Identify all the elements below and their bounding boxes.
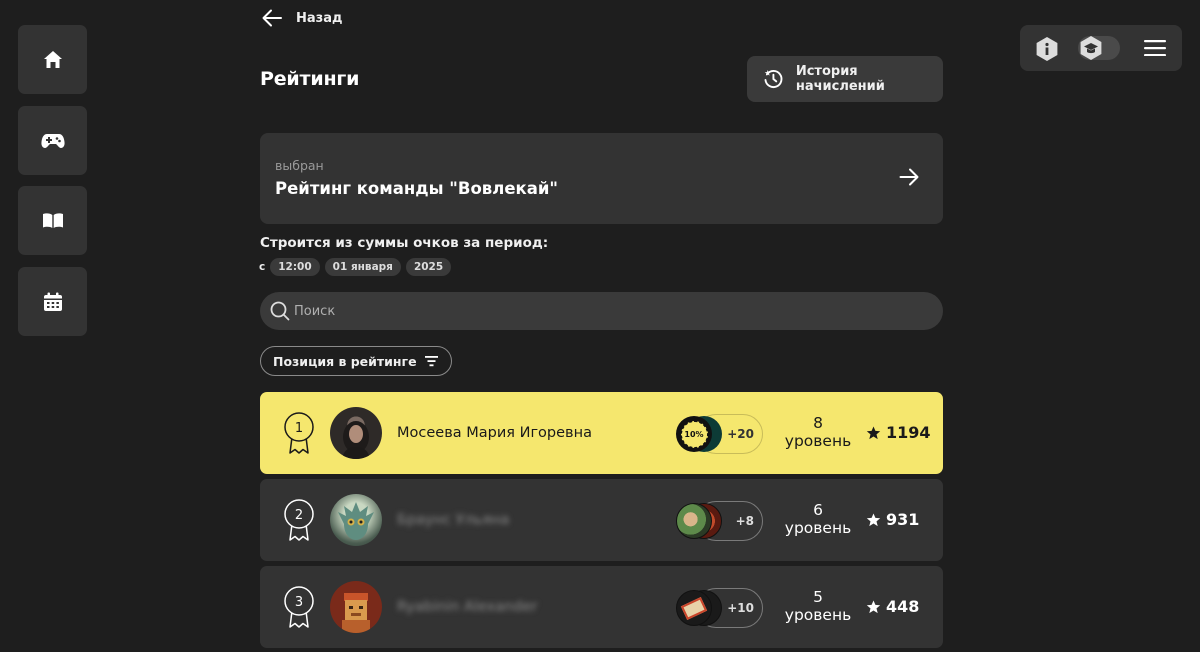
- page-title: Рейтинги: [260, 68, 360, 90]
- medal-icon: 3: [284, 586, 314, 628]
- medal-icon: 2: [284, 499, 314, 541]
- search-icon: [270, 301, 290, 321]
- period-prefix: с: [259, 261, 266, 273]
- back-label: Назад: [296, 10, 343, 26]
- position-number: 2: [295, 508, 303, 523]
- badge-icon: [676, 503, 712, 539]
- period-year: 2025: [405, 258, 452, 276]
- user-name: Мосеева Мария Игоревна: [397, 425, 592, 441]
- medal-icon: 1: [284, 412, 314, 454]
- user-name: Ryabinin Alexander: [397, 599, 538, 615]
- score-value: 931: [886, 510, 920, 529]
- history-icon: [764, 69, 783, 89]
- selected-rating-name: Рейтинг команды "Вовлекай": [275, 179, 558, 198]
- level-number: 5: [813, 588, 823, 606]
- sidebar-home-button[interactable]: [18, 25, 87, 94]
- score-value: 448: [886, 597, 920, 616]
- top-toolbar: [1020, 25, 1182, 71]
- user-score: 448: [866, 597, 919, 616]
- position-number: 1: [295, 421, 303, 436]
- gamepad-icon: [40, 133, 65, 148]
- user-score: 1194: [866, 423, 931, 442]
- level-number: 6: [813, 501, 823, 519]
- history-button[interactable]: История начислений: [747, 56, 943, 102]
- position-number: 3: [295, 595, 303, 610]
- arrow-right-icon: [899, 168, 919, 186]
- user-level: 5 уровень: [780, 588, 856, 624]
- period-title: Строится из суммы очков за период:: [260, 235, 549, 251]
- sort-label: Позиция в рейтинге: [273, 353, 417, 369]
- sort-button[interactable]: Позиция в рейтинге: [260, 346, 452, 376]
- star-icon: [866, 513, 881, 526]
- badge-text: 10%: [680, 420, 708, 448]
- level-word: уровень: [784, 519, 852, 537]
- user-score: 931: [866, 510, 919, 529]
- sidebar-games-button[interactable]: [18, 106, 87, 175]
- achievement-badges[interactable]: +8: [676, 501, 763, 541]
- period-time: 12:00: [270, 258, 320, 276]
- achievement-badges[interactable]: +20 10%: [676, 414, 763, 454]
- arrow-left-icon: [262, 9, 282, 27]
- avatar: [330, 494, 382, 546]
- star-icon: [866, 600, 881, 613]
- user-name: Браунс Ульяна: [397, 512, 510, 528]
- search-bar: [260, 292, 943, 330]
- level-word: уровень: [784, 432, 852, 450]
- avatar: [330, 407, 382, 459]
- level-number: 8: [813, 414, 823, 432]
- hamburger-menu-icon[interactable]: [1144, 40, 1166, 56]
- leaderboard-row[interactable]: 2 Браунс Ульяна +8 6 уровень 931: [260, 479, 943, 561]
- level-toggle[interactable]: [1078, 36, 1120, 60]
- book-icon: [42, 213, 63, 228]
- search-input[interactable]: [294, 303, 894, 319]
- user-level: 8 уровень: [780, 414, 856, 450]
- history-button-label: История начислений: [795, 64, 885, 94]
- info-icon[interactable]: [1035, 36, 1059, 62]
- sidebar-library-button[interactable]: [18, 186, 87, 255]
- achievement-badges[interactable]: +10: [676, 588, 763, 628]
- period-info: с 12:00 01 января 2025: [259, 257, 452, 277]
- star-icon: [866, 426, 881, 439]
- user-level: 6 уровень: [780, 501, 856, 537]
- graduation-cap-icon: [1080, 36, 1102, 60]
- badge-icon: 10%: [676, 416, 712, 452]
- home-icon: [43, 51, 62, 68]
- sort-icon: [424, 356, 438, 367]
- back-link[interactable]: Назад: [262, 6, 342, 30]
- leaderboard-row[interactable]: 1 Мосеева Мария Игоревна +20 10% 8 урове…: [260, 392, 943, 474]
- selected-rating-card[interactable]: выбран Рейтинг команды "Вовлекай": [260, 133, 943, 224]
- badge-icon: [676, 590, 712, 626]
- period-date: 01 января: [324, 258, 401, 276]
- selected-caption: выбран: [275, 158, 324, 173]
- level-word: уровень: [784, 606, 852, 624]
- calendar-icon: [43, 292, 62, 311]
- sidebar-calendar-button[interactable]: [18, 267, 87, 336]
- score-value: 1194: [886, 423, 931, 442]
- avatar: [330, 581, 382, 633]
- leaderboard-row[interactable]: 3 Ryabinin Alexander +10 5 уровень 448: [260, 566, 943, 648]
